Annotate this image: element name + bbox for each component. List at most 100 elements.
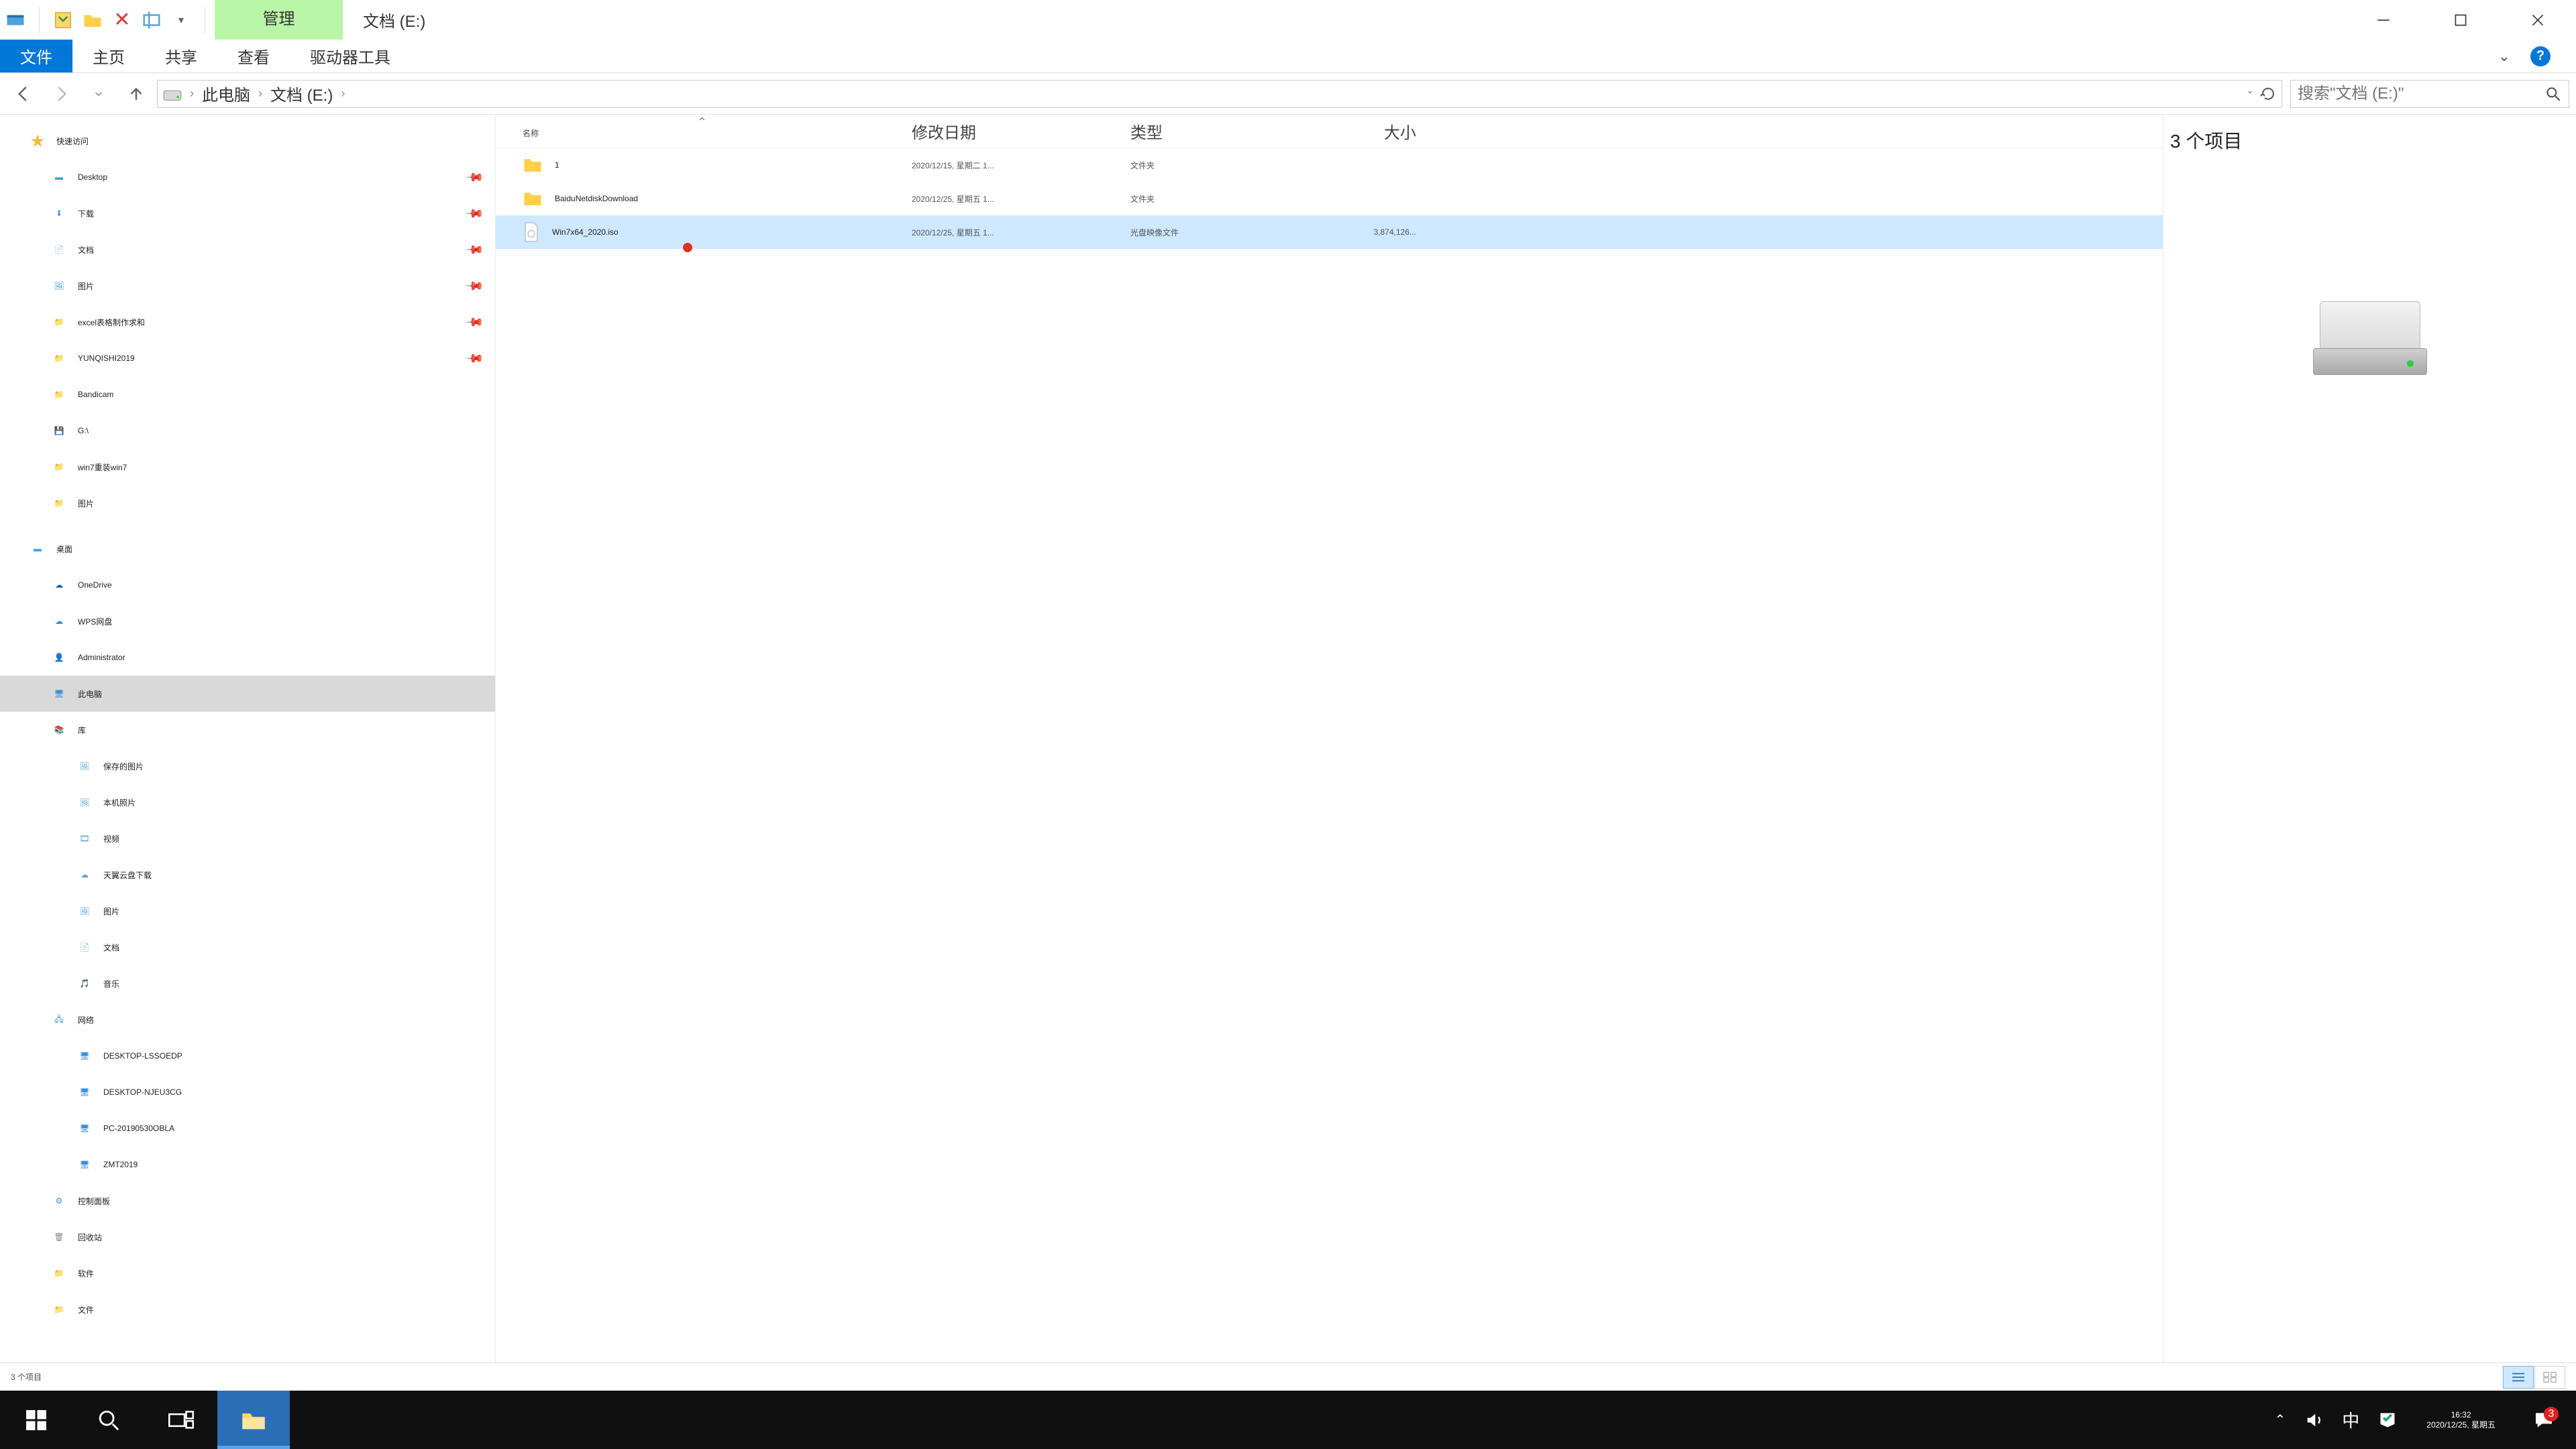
tree-libraries[interactable]: 📚库 (0, 712, 495, 748)
file-row[interactable]: 12020/12/15, 星期二 1...文件夹 (496, 148, 2163, 182)
close-button[interactable] (2499, 0, 2576, 40)
col-size[interactable]: 大小 (1309, 119, 1416, 143)
tree-docs-lib[interactable]: 📄文档 (0, 929, 495, 965)
qat-sep (39, 7, 40, 34)
qat-properties-icon[interactable] (53, 10, 73, 30)
tree-pc3[interactable]: 🖥PC-20190530OBLA (0, 1110, 495, 1146)
tree-desktop[interactable]: ▬Desktop📌 (0, 159, 495, 195)
qat-dropdown-icon[interactable]: ▾ (171, 10, 191, 30)
taskbar-explorer-button[interactable] (217, 1391, 290, 1449)
view-details-button[interactable] (2503, 1366, 2534, 1389)
tree-camera-roll[interactable]: 🖼本机照片 (0, 784, 495, 820)
label: 保存的图片 (103, 761, 144, 772)
tree-pictures[interactable]: 🖼图片📌 (0, 268, 495, 304)
file-row[interactable]: BaiduNetdiskDownload2020/12/25, 星期五 1...… (496, 182, 2163, 215)
tree-pictures2[interactable]: 📁图片 (0, 485, 495, 521)
tree-gdrive[interactable]: 💾G:\ (0, 413, 495, 449)
address-dropdown-icon[interactable]: ⌄ (2247, 86, 2253, 102)
breadcrumb-sep-icon[interactable]: › (254, 87, 266, 101)
nav-up-button[interactable] (119, 77, 153, 111)
tree-bandicam[interactable]: 📁Bandicam (0, 376, 495, 413)
tree-tianyi[interactable]: ☁天翼云盘下载 (0, 857, 495, 893)
ribbon-collapse-icon[interactable]: ⌄ (2498, 48, 2510, 65)
tray-volume-icon[interactable] (2304, 1411, 2323, 1430)
tree-pc2[interactable]: 🖥DESKTOP-NJEU3CG (0, 1074, 495, 1110)
tree-software[interactable]: 📁软件 (0, 1255, 495, 1291)
col-name[interactable]: 名称⌃ (523, 122, 912, 141)
tree-music[interactable]: 🎵音乐 (0, 965, 495, 1002)
label: 库 (78, 724, 86, 736)
tree-win7[interactable]: 📁win7重装win7 (0, 449, 495, 485)
label: 控制面板 (78, 1195, 110, 1207)
view-icons-button[interactable] (2534, 1366, 2565, 1389)
maximize-button[interactable] (2422, 0, 2499, 40)
folder-icon (523, 156, 543, 174)
action-center-button[interactable]: 3 (2525, 1409, 2563, 1431)
tree-yunqishi[interactable]: 📁YUNQISHI2019📌 (0, 340, 495, 376)
ribbon-tab-drivetools[interactable]: 驱动器工具 (290, 40, 411, 72)
tree-quick-access[interactable]: ★ 快速访问 (0, 123, 495, 159)
qat-newfolder-icon[interactable] (83, 10, 103, 30)
status-bar: 3 个项目 (0, 1362, 2576, 1391)
refresh-icon[interactable] (2260, 86, 2276, 102)
pictures-icon: 🖼 (48, 275, 70, 297)
breadcrumb-drive[interactable]: 文档 (E:) (270, 82, 333, 105)
ribbon-tab-share[interactable]: 共享 (145, 40, 217, 72)
pc-icon: 🖥 (74, 1118, 95, 1139)
search-icon[interactable] (2544, 85, 2562, 103)
qat-rename-icon[interactable] (142, 10, 162, 30)
window-buttons (2345, 0, 2576, 40)
tree-downloads[interactable]: ⬇下载📌 (0, 195, 495, 231)
start-button[interactable] (0, 1391, 72, 1449)
pin-icon: 📌 (464, 167, 484, 188)
tray-overflow-icon[interactable]: ⌃ (2274, 1411, 2286, 1428)
navigation-pane[interactable]: ★ 快速访问 ▬Desktop📌 ⬇下载📌 📄文档📌 🖼图片📌 📁excel表格… (0, 115, 496, 1362)
tree-files[interactable]: 📁文件 (0, 1291, 495, 1328)
documents-icon: 📄 (48, 239, 70, 260)
tray-security-icon[interactable] (2378, 1411, 2397, 1430)
ribbon-tab-file[interactable]: 文件 (0, 40, 72, 72)
ribbon-tab-view[interactable]: 查看 (217, 40, 290, 72)
col-date[interactable]: 修改日期 (912, 119, 1130, 143)
taskbar-search-button[interactable] (72, 1391, 145, 1449)
system-tray: ⌃ 中 16:32 2020/12/25, 星期五 3 (2261, 1391, 2576, 1449)
address-bar[interactable]: › 此电脑 › 文档 (E:) › ⌄ (157, 80, 2282, 108)
nav-history-dropdown[interactable] (82, 77, 115, 111)
tree-desktop-root[interactable]: ▬桌面 (0, 531, 495, 567)
file-list[interactable]: 12020/12/15, 星期二 1...文件夹BaiduNetdiskDown… (496, 148, 2163, 1362)
help-button[interactable]: ? (2524, 46, 2557, 66)
col-type[interactable]: 类型 (1130, 119, 1309, 143)
tree-videos[interactable]: 🎞视频 (0, 820, 495, 857)
task-view-button[interactable] (145, 1391, 217, 1449)
pc-icon: 🖥 (74, 1081, 95, 1103)
tree-thispc[interactable]: 🖥此电脑 (0, 676, 495, 712)
tree-pc1[interactable]: 🖥DESKTOP-LSSOEDP (0, 1038, 495, 1074)
breadcrumb-sep-icon[interactable]: › (337, 87, 349, 101)
search-input[interactable] (2298, 85, 2544, 103)
tree-pc4[interactable]: 🖥ZMT2019 (0, 1146, 495, 1183)
ribbon-tab-home[interactable]: 主页 (72, 40, 145, 72)
tree-saved-pictures[interactable]: 🖼保存的图片 (0, 748, 495, 784)
tray-clock[interactable]: 16:32 2020/12/25, 星期五 (2416, 1410, 2506, 1430)
tree-administrator[interactable]: 👤Administrator (0, 639, 495, 676)
tray-ime-indicator[interactable]: 中 (2342, 1407, 2359, 1432)
minimize-button[interactable] (2345, 0, 2422, 40)
contextual-tab-manage[interactable]: 管理 (215, 0, 343, 40)
breadcrumb-sep-icon[interactable]: › (186, 87, 198, 101)
tree-control-panel[interactable]: ⚙控制面板 (0, 1183, 495, 1219)
qat-delete-icon[interactable]: ✕ (112, 10, 132, 30)
nav-forward-button[interactable] (44, 77, 78, 111)
tree-documents[interactable]: 📄文档📌 (0, 231, 495, 268)
tree-excel[interactable]: 📁excel表格制作求和📌 (0, 304, 495, 340)
label: 图片 (78, 280, 94, 292)
desktop-icon: ▬ (48, 166, 70, 188)
tree-pictures3[interactable]: 🖼图片 (0, 893, 495, 929)
breadcrumb-thispc[interactable]: 此电脑 (202, 82, 250, 105)
file-row[interactable]: Win7x64_2020.iso2020/12/25, 星期五 1...光盘映像… (496, 215, 2163, 249)
tree-onedrive[interactable]: ☁OneDrive (0, 567, 495, 603)
tree-network[interactable]: 🖧网络 (0, 1002, 495, 1038)
nav-back-button[interactable] (7, 77, 40, 111)
tree-wps[interactable]: ☁WPS网盘 (0, 603, 495, 639)
tree-recycle-bin[interactable]: 🗑回收站 (0, 1219, 495, 1255)
search-box[interactable] (2290, 80, 2569, 108)
